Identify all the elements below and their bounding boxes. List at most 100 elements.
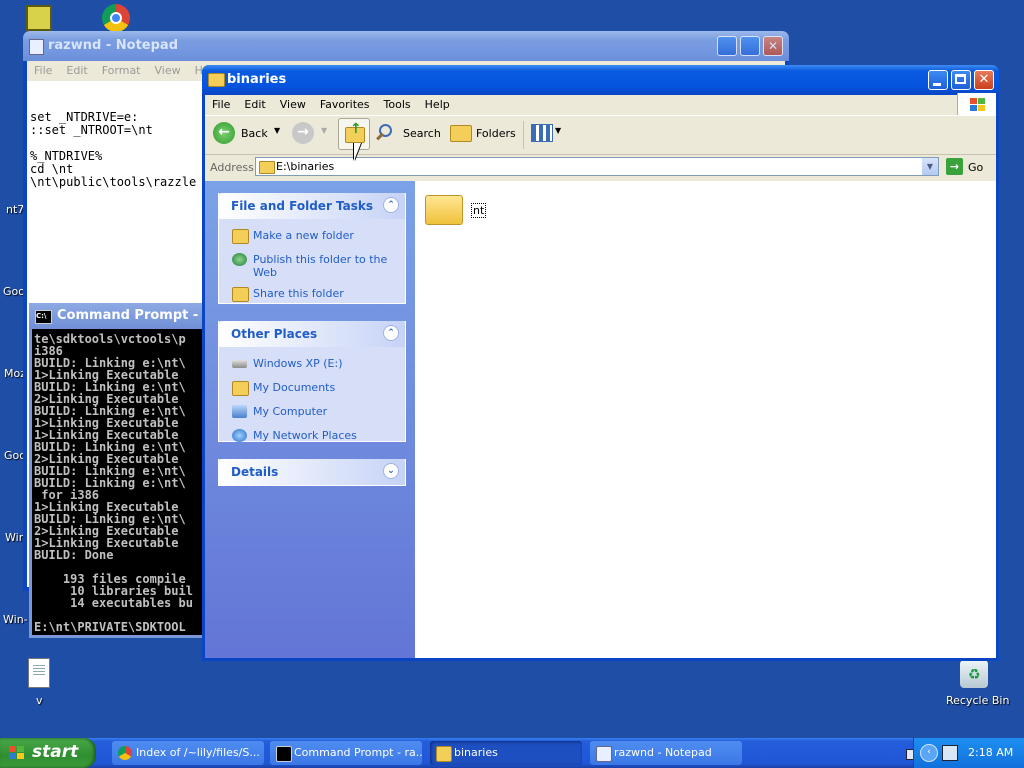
details-header[interactable]: Details ⌄ bbox=[219, 459, 405, 485]
menu-format[interactable]: Format bbox=[95, 61, 148, 80]
notepad-icon bbox=[29, 39, 44, 55]
network-icon bbox=[232, 429, 247, 442]
documents-icon bbox=[232, 381, 249, 396]
file-list-pane[interactable]: nt bbox=[415, 181, 996, 658]
globe-icon bbox=[232, 253, 247, 266]
collapse-icon[interactable]: ⌃ bbox=[383, 197, 399, 213]
menu-tools[interactable]: Tools bbox=[377, 95, 418, 114]
desktop-edge-label: Goo bbox=[3, 285, 25, 298]
maximize-button[interactable] bbox=[951, 70, 971, 90]
notepad-icon bbox=[596, 746, 612, 762]
taskbar-item-label: Command Prompt - ra... bbox=[294, 746, 422, 759]
place-my-network[interactable]: My Network Places bbox=[219, 427, 405, 447]
views-button[interactable]: ▼ bbox=[529, 121, 565, 147]
place-my-computer[interactable]: My Computer bbox=[219, 403, 405, 423]
menu-view[interactable]: View bbox=[148, 61, 188, 80]
chevron-down-icon[interactable]: ▼ bbox=[922, 158, 938, 175]
forward-arrow-icon: → bbox=[292, 122, 314, 144]
task-publish-web[interactable]: Publish this folder to the Web bbox=[219, 251, 405, 281]
taskbar: start Index of /~lily/files/S... Command… bbox=[0, 738, 1024, 768]
file-folder-tasks-header[interactable]: File and Folder Tasks ⌃ bbox=[219, 193, 405, 219]
chevron-down-icon[interactable]: ▼ bbox=[321, 126, 327, 135]
taskbar-item-browser[interactable]: Index of /~lily/files/S... bbox=[112, 741, 264, 765]
menu-file[interactable]: File bbox=[27, 61, 59, 80]
desktop-icon-v[interactable] bbox=[28, 658, 50, 688]
notepad-text-area[interactable]: set _NTDRIVE=e: ::set _NTROOT=\nt %_NTDR… bbox=[30, 111, 196, 189]
collapse-icon[interactable]: ⌃ bbox=[383, 325, 399, 341]
explorer-title: binaries bbox=[227, 72, 287, 87]
place-windows-xp-drive[interactable]: Windows XP (E:) bbox=[219, 355, 405, 375]
search-button[interactable]: Search bbox=[375, 121, 441, 147]
chevron-down-icon[interactable]: ▼ bbox=[555, 126, 561, 135]
place-label: My Network Places bbox=[253, 429, 357, 442]
file-item[interactable]: nt bbox=[423, 189, 503, 229]
task-label: Share this folder bbox=[253, 287, 344, 300]
notepad-title: razwnd - Notepad bbox=[48, 38, 178, 53]
notepad-titlebar[interactable]: razwnd - Notepad ✕ bbox=[23, 31, 789, 61]
address-bar: Address E:\binaries ▼ → Go bbox=[205, 155, 996, 181]
menu-file[interactable]: File bbox=[205, 95, 237, 114]
place-my-documents[interactable]: My Documents bbox=[219, 379, 405, 399]
new-folder-icon bbox=[232, 229, 249, 244]
desktop-icon-label: v bbox=[36, 694, 43, 707]
back-button[interactable]: ← Back ▼ bbox=[213, 121, 281, 147]
folder-icon bbox=[259, 161, 275, 174]
network-tray-icon[interactable] bbox=[942, 745, 958, 761]
task-make-folder[interactable]: Make a new folder bbox=[219, 227, 405, 247]
forward-button[interactable]: → ▼ bbox=[292, 121, 328, 147]
desktop-edge-label: Win- bbox=[3, 613, 28, 626]
drive-icon bbox=[232, 360, 247, 368]
folders-icon bbox=[450, 125, 472, 142]
menu-view[interactable]: View bbox=[273, 95, 313, 114]
close-button[interactable]: ✕ bbox=[763, 36, 783, 56]
taskbar-item-label: razwnd - Notepad bbox=[614, 746, 712, 759]
close-button[interactable]: ✕ bbox=[974, 70, 994, 90]
back-arrow-icon: ← bbox=[213, 122, 235, 144]
place-label: Windows XP (E:) bbox=[253, 357, 343, 370]
minimize-button[interactable] bbox=[928, 70, 948, 90]
place-label: My Documents bbox=[253, 381, 336, 394]
taskbar-item-notepad[interactable]: razwnd - Notepad bbox=[590, 741, 742, 765]
other-places-group: Other Places ⌃ Windows XP (E:) My Documen… bbox=[218, 321, 406, 442]
taskbar-item-cmd[interactable]: Command Prompt - ra... bbox=[270, 741, 422, 765]
explorer-titlebar[interactable]: binaries ✕ bbox=[202, 65, 999, 95]
recycle-bin-icon[interactable]: ♻ bbox=[960, 660, 988, 688]
group-header-label: File and Folder Tasks bbox=[231, 199, 374, 213]
explorer-window[interactable]: binaries ✕ File Edit View Favorites Tools Hel… bbox=[202, 65, 999, 661]
tasks-pane: File and Folder Tasks ⌃ Make a new folder… bbox=[205, 181, 415, 658]
address-label: Address bbox=[210, 161, 254, 174]
file-name: nt bbox=[471, 203, 487, 218]
tray-expand-icon[interactable]: ‹ bbox=[920, 744, 938, 762]
windows-logo-icon bbox=[957, 93, 996, 117]
menu-favorites[interactable]: Favorites bbox=[313, 95, 377, 114]
expand-icon[interactable]: ⌄ bbox=[383, 463, 399, 479]
minimize-button[interactable] bbox=[717, 36, 737, 56]
maximize-button[interactable] bbox=[740, 36, 760, 56]
go-button[interactable]: → Go bbox=[945, 157, 989, 177]
task-share-folder[interactable]: Share this folder bbox=[219, 285, 405, 305]
menu-edit[interactable]: Edit bbox=[237, 95, 272, 114]
desktop-icon-top-1[interactable] bbox=[26, 5, 52, 31]
menu-edit[interactable]: Edit bbox=[59, 61, 94, 80]
folders-button[interactable]: Folders bbox=[448, 121, 518, 147]
place-label: My Computer bbox=[253, 405, 328, 418]
explorer-menu-bar: File Edit View Favorites Tools Help bbox=[205, 93, 996, 117]
separator bbox=[523, 121, 524, 149]
document-icon bbox=[33, 665, 45, 677]
views-icon bbox=[531, 124, 553, 142]
taskbar-item-label: binaries bbox=[454, 746, 498, 759]
desktop-icon-label: Recycle Bin bbox=[946, 694, 1010, 707]
folder-icon bbox=[425, 195, 463, 225]
menu-help[interactable]: Help bbox=[418, 95, 457, 114]
share-folder-icon bbox=[232, 287, 249, 302]
chevron-down-icon[interactable]: ▼ bbox=[274, 126, 280, 135]
back-label: Back bbox=[241, 127, 268, 140]
other-places-header[interactable]: Other Places ⌃ bbox=[219, 321, 405, 347]
taskbar-item-explorer[interactable]: binaries bbox=[430, 741, 582, 765]
address-value: E:\binaries bbox=[276, 160, 335, 173]
clock[interactable]: 2:18 AM bbox=[968, 746, 1013, 759]
file-folder-tasks-group: File and Folder Tasks ⌃ Make a new folder… bbox=[218, 193, 406, 304]
chrome-icon[interactable] bbox=[102, 4, 130, 32]
computer-icon bbox=[232, 405, 247, 418]
start-button[interactable]: start bbox=[0, 738, 96, 768]
